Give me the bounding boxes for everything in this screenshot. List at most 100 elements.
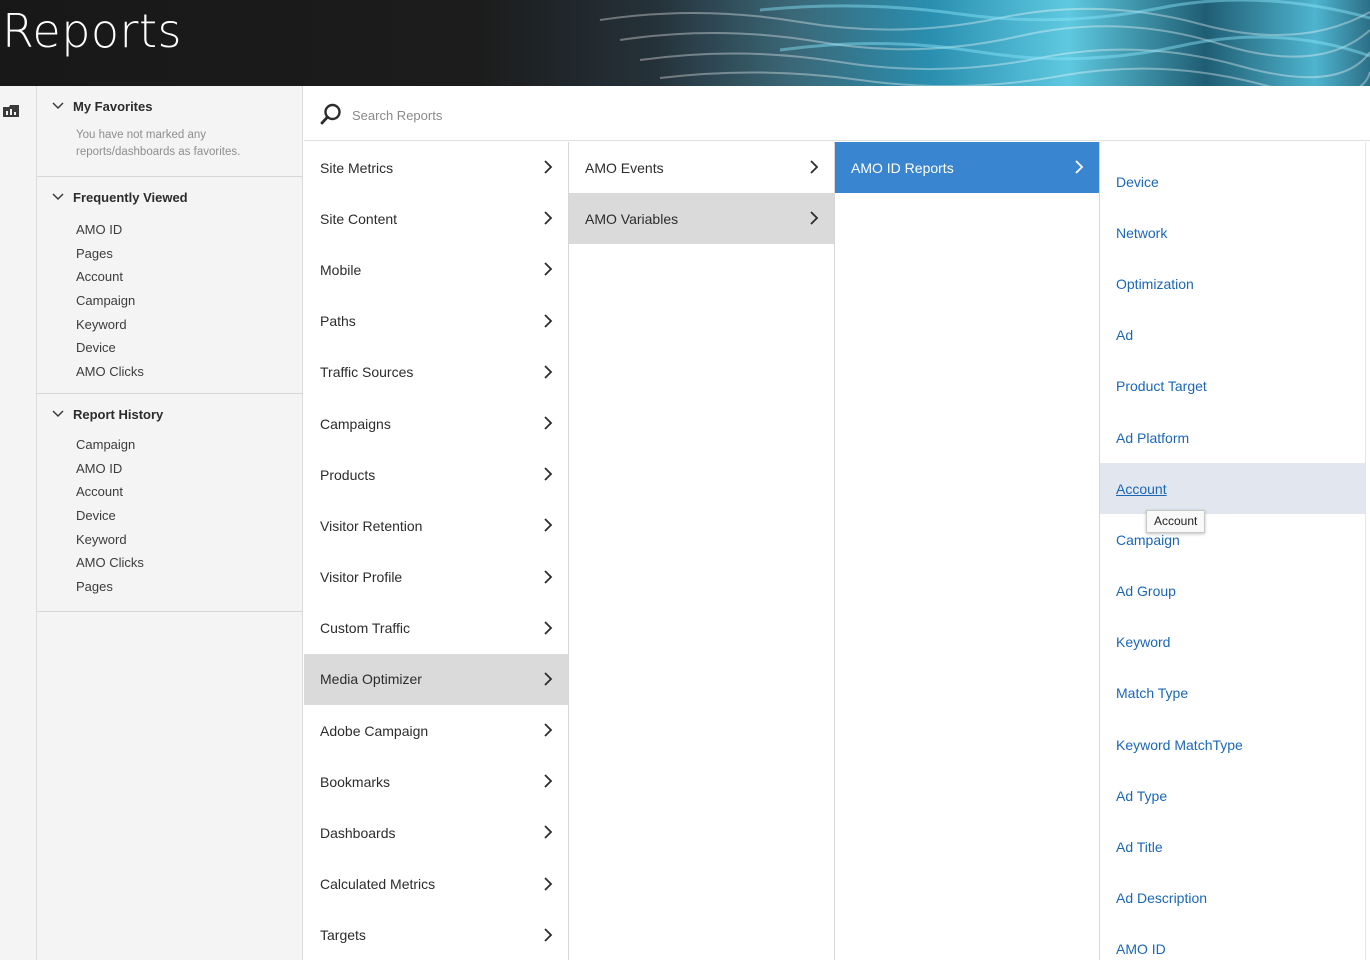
category-item-mobile[interactable]: Mobile	[304, 244, 568, 295]
report-link-label: Match Type	[1116, 685, 1189, 702]
subcategory-item-label: AMO Events	[585, 159, 664, 176]
report-link-ad-description[interactable]: Ad Description	[1100, 873, 1365, 924]
report-link-ad-group[interactable]: Ad Group	[1100, 566, 1365, 617]
category-item-label: Targets	[320, 927, 366, 944]
report-link-match-type[interactable]: Match Type	[1100, 668, 1365, 719]
category-item-label: Media Optimizer	[320, 671, 422, 688]
category-item-dashboards[interactable]: Dashboards	[304, 807, 568, 858]
frequently-viewed-item[interactable]: Pages	[76, 242, 144, 266]
report-link-label: Account	[1116, 480, 1167, 497]
category-item-media-optimizer[interactable]: Media Optimizer	[304, 653, 568, 706]
report-history-item[interactable]: Account	[76, 480, 144, 504]
report-history-item[interactable]: AMO Clicks	[76, 551, 144, 575]
report-link-label: Network	[1116, 224, 1168, 241]
favorites-empty-message: You have not marked any reports/dashboar…	[76, 129, 241, 158]
chevron-down-icon	[52, 102, 64, 110]
category-item-label: Campaigns	[320, 415, 391, 432]
frequently-viewed-item[interactable]: Device	[76, 336, 144, 360]
report-link-product-target[interactable]: Product Target	[1100, 361, 1365, 412]
left-rail	[0, 86, 37, 960]
category-item-label: Visitor Profile	[320, 569, 403, 586]
page-title: Reports	[2, 4, 182, 58]
report-link-label: Ad Platform	[1116, 429, 1190, 446]
report-folder-icon[interactable]	[2, 104, 20, 118]
report-link-label: Ad Title	[1116, 839, 1163, 856]
category-item-custom-traffic[interactable]: Custom Traffic	[304, 603, 568, 654]
report-history-toggle[interactable]: Report History	[51, 404, 163, 424]
category-item-calculated-metrics[interactable]: Calculated Metrics	[304, 859, 568, 910]
report-link-network[interactable]: Network	[1100, 207, 1365, 258]
report-link-ad-title[interactable]: Ad Title	[1100, 821, 1365, 872]
chevron-right-icon	[544, 160, 553, 174]
chevron-right-icon	[544, 416, 553, 430]
frequently-viewed-item[interactable]: AMO Clicks	[76, 360, 144, 384]
chevron-right-icon	[544, 928, 553, 942]
category-item-traffic-sources[interactable]: Traffic Sources	[304, 347, 568, 398]
report-link-device[interactable]: Device	[1100, 156, 1365, 207]
report-link-keyword[interactable]: Keyword	[1100, 617, 1365, 668]
report-history-item[interactable]: Campaign	[76, 433, 144, 457]
category-item-label: Traffic Sources	[320, 364, 414, 381]
report-link-label: Ad Description	[1116, 890, 1208, 907]
report-link-label: Ad Group	[1116, 583, 1176, 600]
report-history-item[interactable]: AMO ID	[76, 457, 144, 481]
report-link-optimization[interactable]: Optimization	[1100, 258, 1365, 309]
group-item-amo-id-reports[interactable]: AMO ID Reports	[835, 142, 1099, 194]
chevron-right-icon	[544, 774, 553, 788]
report-link-ad-type[interactable]: Ad Type	[1100, 770, 1365, 821]
chevron-down-icon	[52, 410, 64, 418]
frequently-viewed-item[interactable]: Keyword	[76, 313, 144, 337]
category-item-site-content[interactable]: Site Content	[304, 193, 568, 244]
favorites-toggle[interactable]: My Favorites	[51, 96, 152, 116]
category-item-label: Paths	[320, 313, 356, 330]
frequently-viewed-item[interactable]: Account	[76, 265, 144, 289]
subcategory-item-amo-events[interactable]: AMO Events	[569, 142, 834, 193]
report-history-list: Campaign AMO ID Account Device Keyword A…	[76, 433, 144, 599]
app-header: Reports	[0, 0, 1370, 86]
category-item-adobe-campaign[interactable]: Adobe Campaign	[304, 705, 568, 756]
search-input[interactable]	[350, 102, 754, 128]
report-history-item[interactable]: Pages	[76, 575, 144, 599]
report-link-campaign[interactable]: Campaign	[1100, 514, 1365, 565]
report-history-item[interactable]: Device	[76, 504, 144, 528]
category-item-label: Bookmarks	[320, 773, 391, 790]
category-item-paths[interactable]: Paths	[304, 296, 568, 347]
category-item-label: Site Metrics	[320, 159, 394, 176]
category-item-visitor-profile[interactable]: Visitor Profile	[304, 552, 568, 603]
report-group-column: AMO ID Reports	[835, 142, 1100, 960]
category-item-label: Dashboards	[320, 825, 396, 842]
report-link-ad-platform[interactable]: Ad Platform	[1100, 412, 1365, 463]
category-item-label: Adobe Campaign	[320, 722, 429, 739]
report-subcategory-list: AMO Events AMO Variables	[569, 142, 834, 245]
category-item-visitor-retention[interactable]: Visitor Retention	[304, 500, 568, 551]
category-item-label: Products	[320, 466, 376, 483]
frequently-viewed-item[interactable]: AMO ID	[76, 218, 144, 242]
category-item-targets[interactable]: Targets	[304, 910, 568, 961]
report-link-label: Keyword MatchType	[1116, 736, 1243, 753]
chevron-right-icon	[544, 876, 553, 891]
report-link-ad[interactable]: Ad	[1100, 310, 1365, 361]
report-group-list: AMO ID Reports	[835, 142, 1099, 194]
category-item-campaigns[interactable]: Campaigns	[304, 398, 568, 449]
chevron-right-icon	[544, 723, 553, 737]
frequently-viewed-item[interactable]: Campaign	[76, 289, 144, 313]
tooltip: Account	[1146, 510, 1206, 533]
report-link-list: Device Network Optimization Ad Product Targe…	[1100, 142, 1365, 975]
chevron-right-icon	[544, 365, 553, 379]
chevron-right-icon	[544, 825, 553, 840]
report-link-label: Device	[1116, 173, 1159, 190]
category-item-products[interactable]: Products	[304, 449, 568, 500]
report-link-account[interactable]: Account	[1100, 463, 1365, 515]
category-item-bookmarks[interactable]: Bookmarks	[304, 756, 568, 807]
favorites-section: My Favorites You have not marked any rep…	[37, 86, 302, 177]
category-item-site-metrics[interactable]: Site Metrics	[304, 142, 568, 193]
chevron-right-icon	[544, 569, 553, 584]
frequently-viewed-toggle[interactable]: Frequently Viewed	[51, 187, 188, 207]
subcategory-item-amo-variables[interactable]: AMO Variables	[569, 193, 834, 245]
report-category-column: Site Metrics Site Content Mobile Paths Traff…	[304, 142, 569, 960]
report-link-keyword-matchtype[interactable]: Keyword MatchType	[1100, 719, 1365, 770]
search-icon	[320, 103, 341, 125]
chevron-right-icon	[1075, 160, 1084, 174]
report-link-amo-id[interactable]: AMO ID	[1100, 924, 1365, 975]
report-history-item[interactable]: Keyword	[76, 528, 144, 552]
